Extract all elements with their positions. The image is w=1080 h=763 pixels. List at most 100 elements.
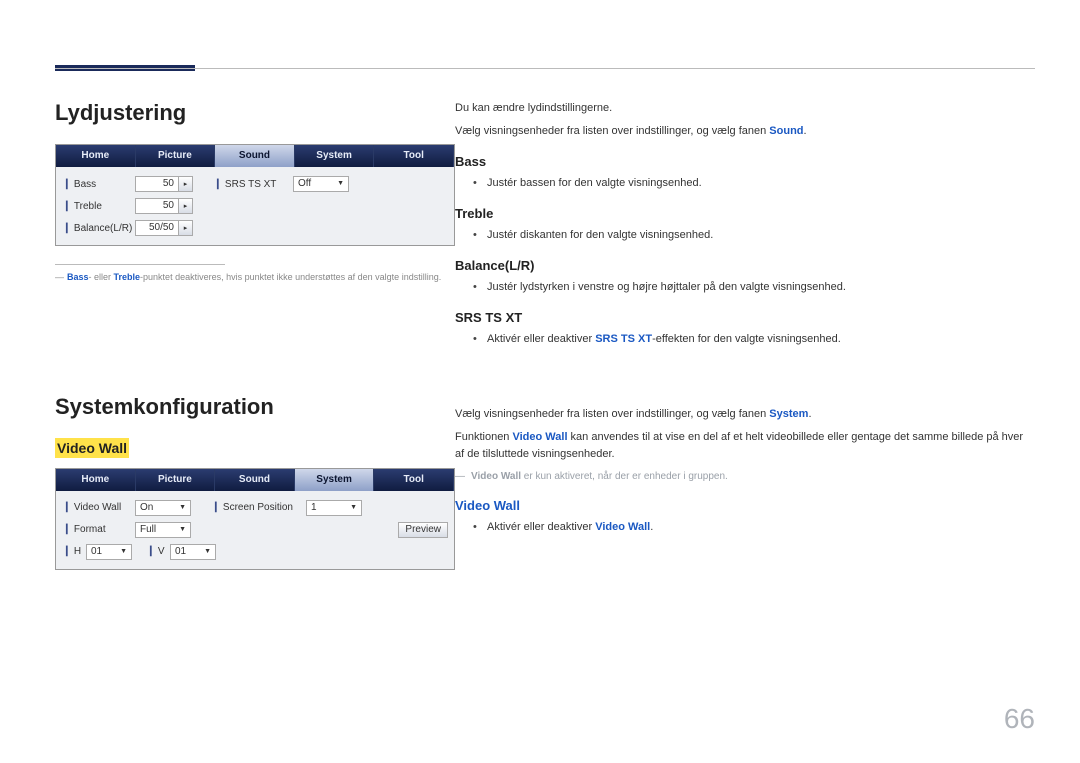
tab-picture[interactable]: Picture bbox=[136, 145, 216, 167]
label-v: V bbox=[146, 546, 170, 557]
videowall-dropdown[interactable]: On ▼ bbox=[135, 500, 191, 516]
intro-text-2a: Vælg visningsenheder fra listen over ind… bbox=[455, 125, 769, 137]
label-screenpos: Screen Position bbox=[211, 502, 306, 513]
format-dropdown[interactable]: Full ▼ bbox=[135, 522, 191, 538]
footnote-sound: ― Bass- eller Treble-punktet deaktiveres… bbox=[55, 271, 455, 284]
sys-intro-a: Vælg visningsenheder fra listen over ind… bbox=[455, 408, 769, 420]
chevron-down-icon: ▼ bbox=[120, 545, 127, 559]
section-title-sound: Lydjustering bbox=[55, 100, 455, 126]
li-bass: Justér bassen for den valgte visningsenh… bbox=[473, 175, 1035, 192]
header-rule bbox=[55, 68, 1035, 69]
sound-panel: Home Picture Sound System Tool Bass 50 ▸… bbox=[55, 144, 455, 246]
heading-videowall: Video Wall bbox=[455, 498, 1035, 513]
heading-bass: Bass bbox=[455, 154, 1035, 169]
sys-intro: Vælg visningsenheder fra listen over ind… bbox=[455, 406, 1035, 423]
videowall-value: On bbox=[140, 501, 153, 515]
sys-desc-a: Funktionen bbox=[455, 431, 512, 443]
h-dropdown[interactable]: 01 ▼ bbox=[86, 544, 132, 560]
footnote-kw-bass: Bass bbox=[67, 272, 89, 282]
footnote-dash: ― bbox=[55, 271, 64, 284]
sound-panel-body: Bass 50 ▸ SRS TS XT Off ▼ Treble 50 ▸ Bal… bbox=[56, 167, 454, 245]
row-balance: Balance(L/R) 50/50 ▸ bbox=[62, 217, 448, 239]
system-panel: Home Picture Sound System Tool Video Wal… bbox=[55, 468, 455, 570]
v-value: 01 bbox=[175, 545, 186, 559]
sound-tabs: Home Picture Sound System Tool bbox=[56, 145, 454, 167]
row-treble: Treble 50 ▸ bbox=[62, 195, 448, 217]
row-format: Format Full▼ Preview bbox=[62, 519, 448, 541]
intro-kw-sound: Sound bbox=[769, 125, 803, 137]
system-tabs: Home Picture Sound System Tool bbox=[56, 469, 454, 491]
format-value: Full bbox=[140, 523, 156, 537]
sys-note-dash: ― bbox=[455, 469, 465, 484]
label-treble: Treble bbox=[62, 201, 135, 212]
tab-tool[interactable]: Tool bbox=[374, 145, 454, 167]
intro-text-1: Du kan ændre lydindstillingerne. bbox=[455, 100, 1035, 117]
footnote-text-2: -punktet deaktiveres, hvis punktet ikke … bbox=[140, 272, 441, 282]
tab-sound[interactable]: Sound bbox=[215, 145, 295, 167]
label-h: H bbox=[62, 546, 86, 557]
sys-desc: Funktionen Video Wall kan anvendes til a… bbox=[455, 429, 1035, 463]
bass-value[interactable]: 50 bbox=[135, 176, 179, 192]
li-treble: Justér diskanten for den valgte visnings… bbox=[473, 227, 1035, 244]
label-srs: SRS TS XT bbox=[213, 179, 293, 190]
tab-sound-2[interactable]: Sound bbox=[215, 469, 295, 491]
sys-note: ― Video Wall er kun aktiveret, når der e… bbox=[455, 469, 1035, 484]
chevron-down-icon: ▼ bbox=[350, 501, 357, 515]
li-vw-a: Aktivér eller deaktiver bbox=[487, 521, 595, 533]
li-videowall: Aktivér eller deaktiver Video Wall. bbox=[473, 519, 1035, 536]
footnote-kw-treble: Treble bbox=[114, 272, 141, 282]
section-title-system: Systemkonfiguration bbox=[55, 394, 455, 420]
sys-intro-b: . bbox=[808, 408, 811, 420]
chevron-down-icon: ▼ bbox=[179, 501, 186, 515]
screenpos-value: 1 bbox=[311, 501, 317, 515]
tab-system[interactable]: System bbox=[295, 145, 375, 167]
treble-spin-icon[interactable]: ▸ bbox=[179, 198, 193, 214]
treble-value[interactable]: 50 bbox=[135, 198, 179, 214]
tab-tool-2[interactable]: Tool bbox=[374, 469, 454, 491]
li-srs: Aktivér eller deaktiver SRS TS XT-effekt… bbox=[473, 331, 1035, 348]
li-vw-kw: Video Wall bbox=[595, 521, 650, 533]
label-balance: Balance(L/R) bbox=[62, 223, 135, 234]
tab-home[interactable]: Home bbox=[56, 145, 136, 167]
system-panel-body: Video Wall On▼ Screen Position 1▼ Format… bbox=[56, 491, 454, 569]
bass-spin-icon[interactable]: ▸ bbox=[179, 176, 193, 192]
v-dropdown[interactable]: 01 ▼ bbox=[170, 544, 216, 560]
li-srs-kw: SRS TS XT bbox=[595, 333, 652, 345]
li-vw-b: . bbox=[650, 521, 653, 533]
chevron-down-icon: ▼ bbox=[204, 545, 211, 559]
row-hv: H 01 ▼ V 01 ▼ bbox=[62, 541, 448, 563]
page-number: 66 bbox=[1004, 703, 1035, 735]
heading-treble: Treble bbox=[455, 206, 1035, 221]
videowall-highlight: Video Wall bbox=[55, 438, 129, 458]
sys-intro-kw: System bbox=[769, 408, 808, 420]
row-bass: Bass 50 ▸ SRS TS XT Off ▼ bbox=[62, 173, 448, 195]
footnote-text-1: - eller bbox=[89, 272, 114, 282]
preview-button[interactable]: Preview bbox=[398, 522, 448, 538]
sys-note-kw: Video Wall bbox=[471, 471, 521, 482]
screenpos-dropdown[interactable]: 1▼ bbox=[306, 500, 362, 516]
tab-home-2[interactable]: Home bbox=[56, 469, 136, 491]
sys-desc-kw: Video Wall bbox=[512, 431, 567, 443]
intro-text-2b: . bbox=[804, 125, 807, 137]
balance-spin-icon[interactable]: ▸ bbox=[179, 220, 193, 236]
label-videowall: Video Wall bbox=[62, 502, 135, 513]
intro-text-2: Vælg visningsenheder fra listen over ind… bbox=[455, 123, 1035, 140]
h-value: 01 bbox=[91, 545, 102, 559]
chevron-down-icon: ▼ bbox=[179, 523, 186, 537]
heading-srs: SRS TS XT bbox=[455, 310, 1035, 325]
label-bass: Bass bbox=[62, 179, 135, 190]
tab-system-2[interactable]: System bbox=[295, 469, 375, 491]
tab-picture-2[interactable]: Picture bbox=[136, 469, 216, 491]
footnote-rule bbox=[55, 264, 225, 265]
srs-value: Off bbox=[298, 177, 311, 191]
chevron-down-icon: ▼ bbox=[337, 177, 344, 191]
srs-dropdown[interactable]: Off ▼ bbox=[293, 176, 349, 192]
row-videowall: Video Wall On▼ Screen Position 1▼ bbox=[62, 497, 448, 519]
balance-value[interactable]: 50/50 bbox=[135, 220, 179, 236]
right-column: Du kan ændre lydindstillingerne. Vælg vi… bbox=[455, 100, 1035, 536]
li-srs-a: Aktivér eller deaktiver bbox=[487, 333, 595, 345]
sys-note-b: er kun aktiveret, når der er enheder i g… bbox=[521, 471, 728, 482]
heading-balance: Balance(L/R) bbox=[455, 258, 1035, 273]
li-balance: Justér lydstyrken i venstre og højre høj… bbox=[473, 279, 1035, 296]
li-srs-b: -effekten for den valgte visningsenhed. bbox=[652, 333, 841, 345]
